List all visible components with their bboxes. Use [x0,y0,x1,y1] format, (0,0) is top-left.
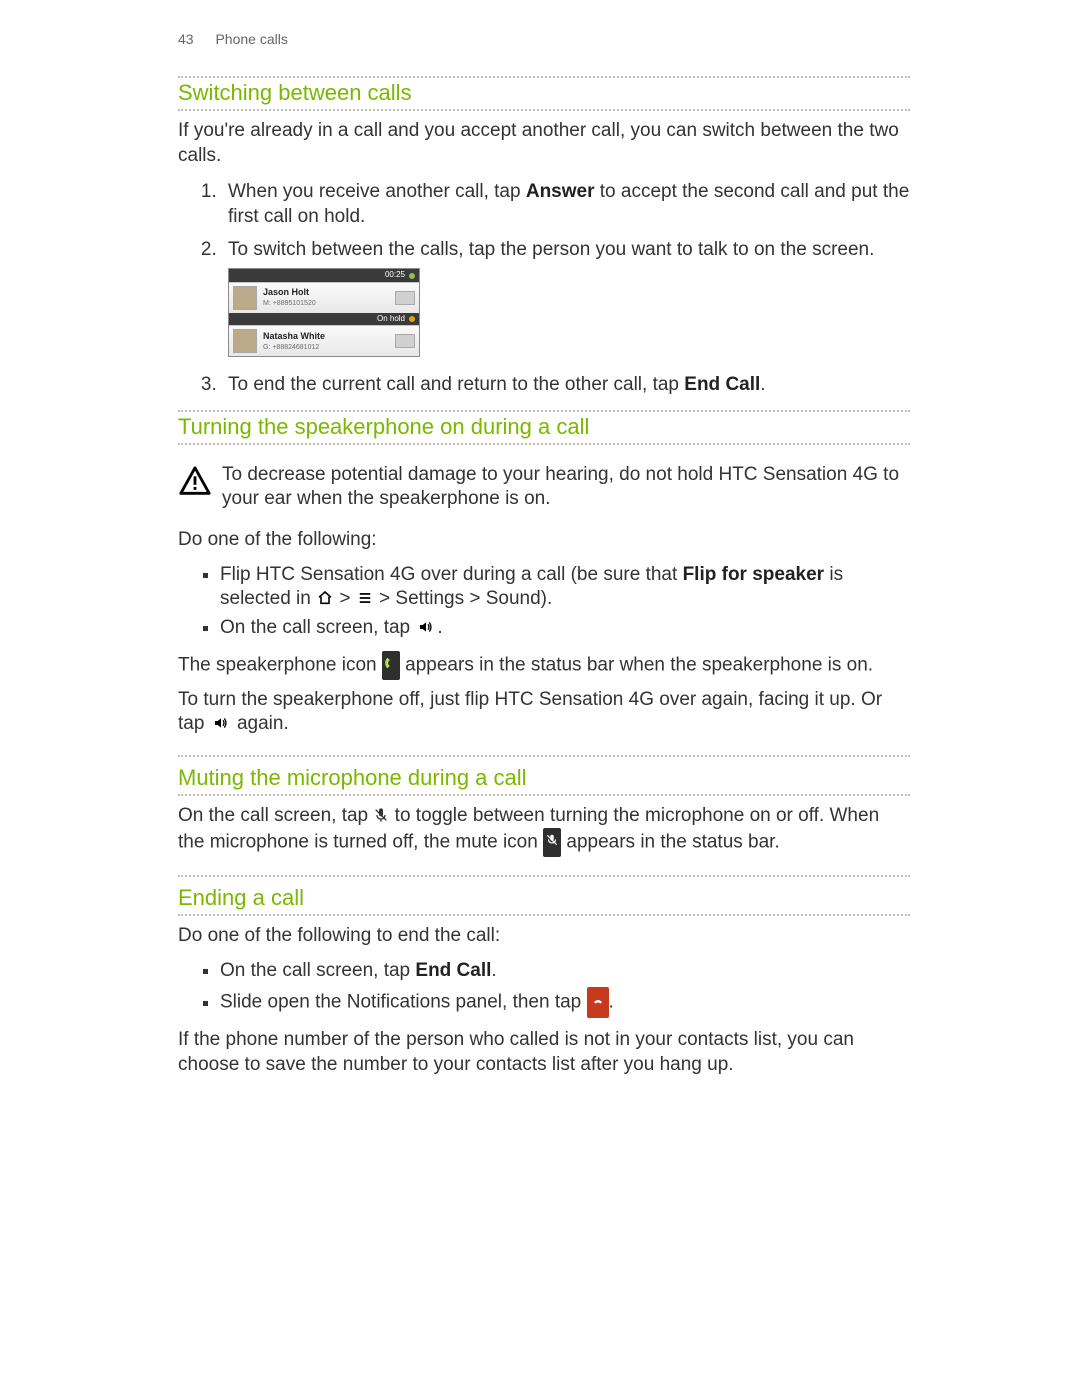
warning-box: To decrease potential damage to your hea… [178,463,910,512]
mute-status-icon [543,828,561,857]
s2-bullets: Flip HTC Sensation 4G over during a call… [200,561,910,643]
speaker-icon [210,715,232,731]
page-number: 43 [178,31,194,47]
caller2-name: Natasha White [263,331,395,343]
s3-paragraph: On the call screen, tap to toggle betwee… [178,804,910,857]
s4-tail: If the phone number of the person who ca… [178,1028,910,1077]
heading-ending-call: Ending a call [178,883,910,916]
rule [178,755,910,757]
swap-button-icon [395,291,415,305]
end-call-label: End Call [415,960,491,981]
s1-step3: To end the current call and return to th… [222,369,910,402]
menu-icon [356,591,374,605]
s4-bullet1: On the call screen, tap End Call. [220,957,910,986]
avatar [233,329,257,353]
s4-bullet2: Slide open the Notifications panel, then… [220,985,910,1020]
flip-for-speaker-label: Flip for speaker [683,564,825,585]
caller-row-1: Jason Holt M: +8895101520 [229,282,419,313]
on-hold-label: On hold [377,314,405,324]
s2-bullet1: Flip HTC Sensation 4G over during a call… [220,561,910,614]
swap-button-icon [395,334,415,348]
home-icon [316,590,334,606]
end-call-label: End Call [684,374,760,395]
page-header: 43 Phone calls [178,30,910,48]
warning-text: To decrease potential damage to your hea… [222,463,910,512]
hangup-icon [587,987,609,1018]
call-timer: 00:25 [385,270,405,280]
s2-lead: Do one of the following: [178,528,910,553]
warning-icon [178,465,212,499]
s2-after2: To turn the speakerphone off, just flip … [178,688,910,737]
answer-label: Answer [526,181,595,202]
heading-switching-between-calls: Switching between calls [178,76,910,111]
header-section: Phone calls [215,31,287,47]
caller1-number: M: +8895101520 [263,299,395,308]
call-screenshot: 00:25 Jason Holt M: +8895101520 On hold [228,268,420,357]
s4-lead: Do one of the following to end the call: [178,924,910,949]
call-timer-bar: 00:25 [229,269,419,281]
s1-step2: To switch between the calls, tap the per… [222,234,910,369]
s1-steps: When you receive another call, tap Answe… [202,176,910,402]
s2-after1: The speakerphone icon appears in the sta… [178,651,910,680]
heading-speakerphone: Turning the speakerphone on during a cal… [178,410,910,445]
speaker-icon [415,619,437,635]
caller2-number: G: +88824681012 [263,343,395,352]
avatar [233,286,257,310]
caller1-name: Jason Holt [263,287,395,299]
heading-muting: Muting the microphone during a call [178,763,910,796]
microphone-mute-icon [373,806,389,824]
on-hold-bar: On hold [229,313,419,325]
caller-row-2: Natasha White G: +88824681012 [229,325,419,356]
rule [178,875,910,877]
speakerphone-status-icon [382,651,400,680]
s1-step1: When you receive another call, tap Answe… [222,176,910,233]
active-dot-icon [409,273,415,279]
s2-bullet2: On the call screen, tap . [220,614,910,643]
hold-dot-icon [409,316,415,322]
s1-intro: If you're already in a call and you acce… [178,119,910,168]
s4-bullets: On the call screen, tap End Call. Slide … [200,957,910,1020]
document-page: 43 Phone calls Switching between calls I… [0,0,1080,1145]
